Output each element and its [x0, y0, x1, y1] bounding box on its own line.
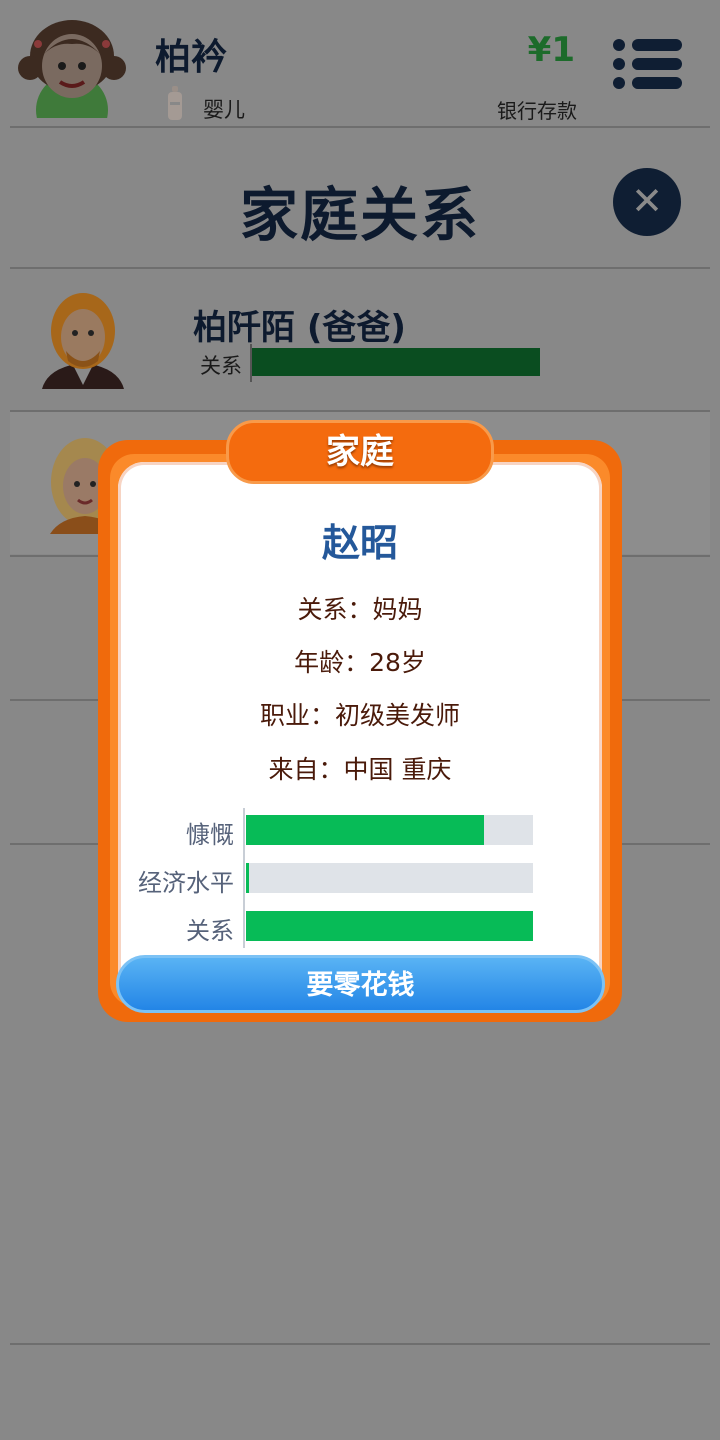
father-relation-fill — [252, 348, 540, 376]
ask-allowance-label[interactable]: 要零花钱 — [116, 955, 605, 1013]
relationship-bar — [246, 911, 533, 941]
baby-bottle-icon — [168, 86, 182, 120]
close-button[interactable]: ✕ — [613, 168, 681, 236]
member-relation: 关系：妈妈 — [297, 595, 423, 624]
wealth-label: 经济水平 — [138, 869, 234, 897]
member-age: 年龄：28岁 — [294, 648, 426, 677]
wealth-bar — [246, 863, 533, 893]
member-job: 职业：初级美发师 — [259, 701, 460, 730]
member-name: 赵昭 — [321, 521, 398, 565]
father-avatar — [42, 293, 124, 389]
row-divider — [10, 1343, 710, 1345]
father-name: 柏阡陌 (爸爸) — [193, 308, 406, 348]
generosity-bar — [246, 815, 533, 845]
father-relation-bar — [252, 348, 540, 376]
page-title: 家庭关系 — [239, 181, 480, 249]
close-icon: ✕ — [631, 179, 663, 223]
header-divider — [10, 126, 710, 128]
wealth-fill — [246, 863, 249, 893]
life-stage-label: 婴儿 — [203, 98, 245, 122]
top-bar: 柏衿 婴儿 ¥1 银行存款 — [0, 0, 720, 127]
bank-balance-label: 银行存款 — [497, 99, 577, 123]
generosity-fill — [246, 815, 485, 845]
dialog-title: 家庭 — [326, 432, 394, 472]
generosity-label: 慷慨 — [186, 821, 234, 849]
money-amount: ¥1 — [527, 30, 575, 70]
menu-list-icon[interactable] — [612, 38, 684, 90]
father-relation-label: 关系 — [200, 354, 242, 378]
relationship-fill — [246, 911, 533, 941]
relationship-label: 关系 — [186, 917, 234, 945]
player-avatar[interactable] — [18, 10, 126, 118]
member-origin: 来自：中国 重庆 — [268, 755, 452, 784]
stat-bars-divider — [243, 808, 245, 948]
player-name: 柏衿 — [155, 37, 228, 78]
